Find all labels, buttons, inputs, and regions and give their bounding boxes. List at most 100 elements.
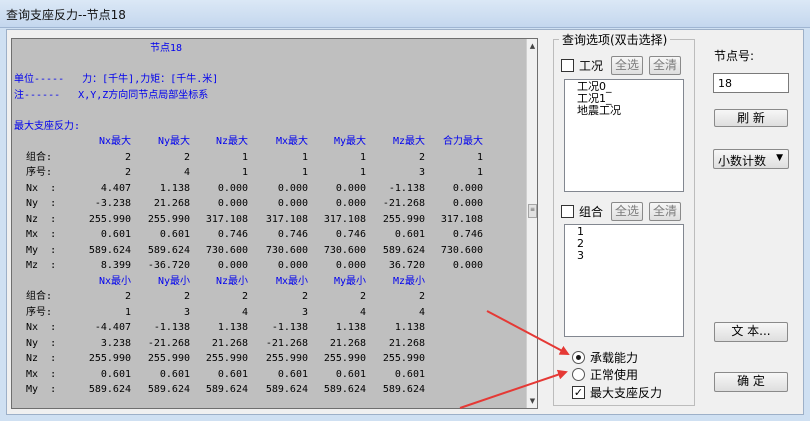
report-unit-line: 单位----- 力：[千牛],力矩：[千牛.米] <box>14 74 219 85</box>
report-cell: 589.624 <box>205 384 248 395</box>
report-cell: 317.108 <box>323 213 366 225</box>
report-cell: -36.720 <box>147 260 190 271</box>
report-cell: 730.600 <box>323 244 366 256</box>
report-cell: 1 <box>301 151 308 163</box>
list-item[interactable]: 1 <box>577 226 671 238</box>
report-cell: 0.000 <box>452 198 483 209</box>
report-panel[interactable]: 节点18 单位----- 力：[千牛],力矩：[千牛.米] 注------ X,… <box>11 38 538 409</box>
report-row-label: Nx : <box>26 322 57 333</box>
combos-select-all-button[interactable]: 全选 <box>611 202 643 221</box>
cases-checkbox-row[interactable]: 工况 <box>561 57 603 74</box>
report-cell: 0.601 <box>277 368 308 380</box>
report-row-label: My : <box>26 244 57 256</box>
report-section-title: 最大支座反力: <box>14 120 81 132</box>
report-row-label: Mz : <box>26 260 57 271</box>
radio-serviceability[interactable] <box>572 368 585 381</box>
report-cell: 0.000 <box>452 182 483 194</box>
node-number-input[interactable]: 18 <box>713 73 789 93</box>
report-cell: 589.624 <box>323 384 366 395</box>
report-cell: -1.138 <box>388 182 425 194</box>
combos-checkbox-row[interactable]: 组合 <box>561 203 603 220</box>
report-cell: 730.600 <box>440 244 483 256</box>
report-row-label: 组合: <box>26 151 53 163</box>
report-cell: 0.601 <box>159 229 190 240</box>
report-cell: 730.600 <box>205 244 248 256</box>
combos-checkbox[interactable] <box>561 205 574 218</box>
report-row-label: Ny : <box>26 198 57 209</box>
cases-clear-all-button[interactable]: 全清 <box>649 56 681 75</box>
report-cell: 0.746 <box>335 229 366 240</box>
report-cell: 589.624 <box>265 384 308 395</box>
report-scrollbar[interactable]: ▲ ≡ ▼ <box>526 39 537 408</box>
list-item[interactable]: 地震工况 <box>577 105 671 117</box>
report-col-header: Ny最大 <box>157 136 190 147</box>
report-cell: 0.000 <box>277 182 308 194</box>
report-cell: 255.990 <box>205 353 248 364</box>
report-cell: 255.990 <box>147 353 190 364</box>
decimal-count-select[interactable]: 小数计数 ▼ <box>713 149 789 169</box>
report-col-header: Mz最小 <box>392 275 425 287</box>
report-cell: 255.990 <box>88 213 131 225</box>
report-col-header: My最小 <box>333 275 366 287</box>
report-row-label: Nz : <box>26 353 57 364</box>
report-cell: 1 <box>476 151 483 163</box>
report-cell: 317.108 <box>265 213 308 225</box>
scroll-down-icon[interactable]: ▼ <box>527 394 537 408</box>
max-reaction-row[interactable]: ✓ 最大支座反力 <box>572 384 662 401</box>
report-cell: 589.624 <box>88 244 131 256</box>
report-cell: 589.624 <box>382 244 425 256</box>
window-titlebar: 查询支座反力--节点18 <box>0 0 810 28</box>
max-reaction-label: 最大支座反力 <box>590 386 663 400</box>
scroll-up-icon[interactable]: ▲ <box>527 39 537 53</box>
node-number-label: 节点号: <box>714 49 755 63</box>
combos-label: 组合 <box>579 205 604 219</box>
report-text-area[interactable]: 节点18 单位----- 力：[千牛],力矩：[千牛.米] 注------ X,… <box>12 39 527 408</box>
report-cell: 0.000 <box>335 260 366 271</box>
report-cell: 255.990 <box>88 353 131 364</box>
report-cell: 255.990 <box>323 353 366 364</box>
report-row-label: Nz : <box>26 213 57 225</box>
report-heading: 节点18 <box>150 43 183 54</box>
report-cell: 0.601 <box>159 368 190 380</box>
report-cell: 2 <box>183 151 190 163</box>
list-item[interactable]: 3 <box>577 250 671 262</box>
combos-clear-all-button[interactable]: 全清 <box>649 202 681 221</box>
report-col-header: 合力最大 <box>443 136 483 147</box>
report-cell: 2 <box>124 291 131 302</box>
max-reaction-checkbox[interactable]: ✓ <box>572 386 585 399</box>
radio-serviceability-label: 正常使用 <box>590 368 639 382</box>
radio-serviceability-row[interactable]: 正常使用 <box>572 366 638 383</box>
radio-capacity[interactable] <box>572 351 585 364</box>
scroll-thumb[interactable]: ≡ <box>528 204 537 218</box>
report-cell: 4 <box>359 306 366 318</box>
report-cell: 1.138 <box>159 182 190 194</box>
radio-capacity-row[interactable]: 承载能力 <box>572 349 638 366</box>
report-col-header: Mx最小 <box>275 275 308 287</box>
report-cell: 730.600 <box>265 244 308 256</box>
list-item[interactable]: 2 <box>577 238 671 250</box>
report-cell: 3 <box>418 167 425 178</box>
report-cell: 1 <box>359 167 366 178</box>
report-col-header: Mz最大 <box>392 136 425 147</box>
report-cell: -21.268 <box>147 337 190 349</box>
report-cell: 21.268 <box>329 337 366 349</box>
cases-checkbox[interactable] <box>561 59 574 72</box>
cases-listbox[interactable]: 工况0_ 工况1_ 地震工况 <box>564 79 684 192</box>
ok-button[interactable]: 确 定 <box>714 372 788 392</box>
combos-listbox[interactable]: 123 <box>564 224 684 337</box>
report-cell: 0.601 <box>335 368 366 380</box>
report-cell: 0.000 <box>335 182 366 194</box>
text-export-button[interactable]: 文 本... <box>714 322 788 342</box>
decimal-count-value: 小数计数 <box>718 154 767 168</box>
report-cell: 1 <box>241 167 248 178</box>
report-row-label: Nx : <box>26 182 57 194</box>
report-cell: 0.000 <box>335 198 366 209</box>
window-title: 查询支座反力--节点18 <box>6 8 126 22</box>
report-cell: 1.138 <box>394 322 425 333</box>
report-col-header: Ny最小 <box>157 275 190 287</box>
cases-select-all-button[interactable]: 全选 <box>611 56 643 75</box>
report-row-label: My : <box>26 384 57 395</box>
report-cell: 3 <box>301 306 308 318</box>
report-col-header: My最大 <box>333 136 366 147</box>
refresh-button[interactable]: 刷 新 <box>714 109 788 127</box>
